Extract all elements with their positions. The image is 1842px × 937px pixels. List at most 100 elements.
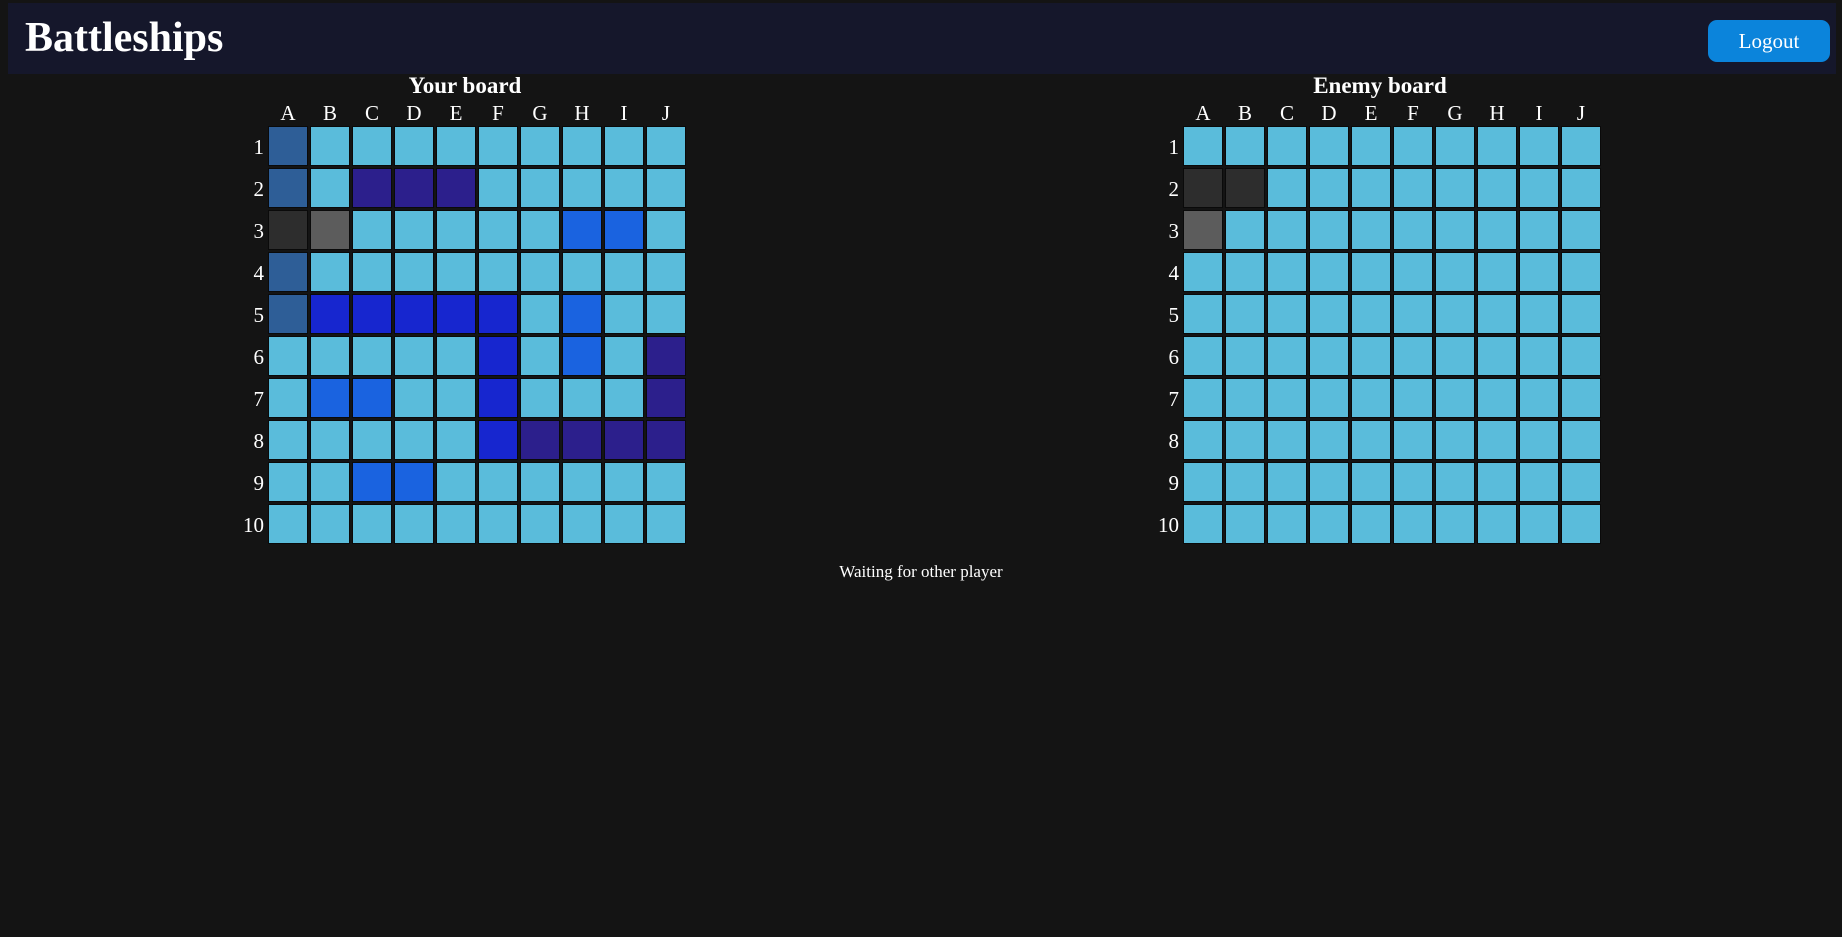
enemy-board-cell-e6[interactable] bbox=[1351, 336, 1391, 376]
your-board-cell-e2[interactable] bbox=[436, 168, 476, 208]
enemy-board-cell-d6[interactable] bbox=[1309, 336, 1349, 376]
enemy-board-cell-e8[interactable] bbox=[1351, 420, 1391, 460]
enemy-board-cell-d2[interactable] bbox=[1309, 168, 1349, 208]
enemy-board-cell-j9[interactable] bbox=[1561, 462, 1601, 502]
enemy-board-cell-j6[interactable] bbox=[1561, 336, 1601, 376]
your-board-cell-c4[interactable] bbox=[352, 252, 392, 292]
your-board-cell-h7[interactable] bbox=[562, 378, 602, 418]
your-board-cell-b3[interactable] bbox=[310, 210, 350, 250]
enemy-board-cell-a3[interactable] bbox=[1183, 210, 1223, 250]
your-board-cell-f7[interactable] bbox=[478, 378, 518, 418]
your-board-cell-h2[interactable] bbox=[562, 168, 602, 208]
enemy-board-cell-f2[interactable] bbox=[1393, 168, 1433, 208]
your-board-cell-h4[interactable] bbox=[562, 252, 602, 292]
enemy-board-cell-b8[interactable] bbox=[1225, 420, 1265, 460]
your-board-cell-i2[interactable] bbox=[604, 168, 644, 208]
enemy-board-cell-f9[interactable] bbox=[1393, 462, 1433, 502]
your-board-cell-a7[interactable] bbox=[268, 378, 308, 418]
your-board-cell-d4[interactable] bbox=[394, 252, 434, 292]
your-board-cell-e1[interactable] bbox=[436, 126, 476, 166]
enemy-board-cell-h10[interactable] bbox=[1477, 504, 1517, 544]
your-board-cell-j3[interactable] bbox=[646, 210, 686, 250]
your-board-cell-i3[interactable] bbox=[604, 210, 644, 250]
your-board-cell-b4[interactable] bbox=[310, 252, 350, 292]
your-board-cell-f5[interactable] bbox=[478, 294, 518, 334]
enemy-board-cell-a7[interactable] bbox=[1183, 378, 1223, 418]
your-board-cell-h9[interactable] bbox=[562, 462, 602, 502]
your-board-cell-i9[interactable] bbox=[604, 462, 644, 502]
your-board-cell-f6[interactable] bbox=[478, 336, 518, 376]
enemy-board-cell-a10[interactable] bbox=[1183, 504, 1223, 544]
enemy-board-cell-h7[interactable] bbox=[1477, 378, 1517, 418]
your-board-cell-a1[interactable] bbox=[268, 126, 308, 166]
enemy-board-cell-i5[interactable] bbox=[1519, 294, 1559, 334]
your-board-cell-d2[interactable] bbox=[394, 168, 434, 208]
enemy-board-cell-a6[interactable] bbox=[1183, 336, 1223, 376]
enemy-board-cell-f6[interactable] bbox=[1393, 336, 1433, 376]
enemy-board-cell-a4[interactable] bbox=[1183, 252, 1223, 292]
enemy-board-cell-c9[interactable] bbox=[1267, 462, 1307, 502]
your-board-cell-a3[interactable] bbox=[268, 210, 308, 250]
your-board-cell-g6[interactable] bbox=[520, 336, 560, 376]
your-board-cell-d7[interactable] bbox=[394, 378, 434, 418]
enemy-board-cell-f7[interactable] bbox=[1393, 378, 1433, 418]
enemy-board-cell-g3[interactable] bbox=[1435, 210, 1475, 250]
enemy-board-cell-c4[interactable] bbox=[1267, 252, 1307, 292]
enemy-board-cell-f10[interactable] bbox=[1393, 504, 1433, 544]
enemy-board-cell-e9[interactable] bbox=[1351, 462, 1391, 502]
your-board-cell-d10[interactable] bbox=[394, 504, 434, 544]
enemy-board-cell-g2[interactable] bbox=[1435, 168, 1475, 208]
enemy-board-cell-d1[interactable] bbox=[1309, 126, 1349, 166]
your-board-cell-g10[interactable] bbox=[520, 504, 560, 544]
your-board-cell-e7[interactable] bbox=[436, 378, 476, 418]
enemy-board-cell-c5[interactable] bbox=[1267, 294, 1307, 334]
your-board-cell-j10[interactable] bbox=[646, 504, 686, 544]
enemy-board-cell-i10[interactable] bbox=[1519, 504, 1559, 544]
your-board-cell-e3[interactable] bbox=[436, 210, 476, 250]
enemy-board-cell-c2[interactable] bbox=[1267, 168, 1307, 208]
enemy-board-cell-h9[interactable] bbox=[1477, 462, 1517, 502]
your-board-cell-g5[interactable] bbox=[520, 294, 560, 334]
your-board-cell-b1[interactable] bbox=[310, 126, 350, 166]
enemy-board-cell-c6[interactable] bbox=[1267, 336, 1307, 376]
your-board-cell-c5[interactable] bbox=[352, 294, 392, 334]
enemy-board-cell-c3[interactable] bbox=[1267, 210, 1307, 250]
enemy-board-cell-h4[interactable] bbox=[1477, 252, 1517, 292]
your-board-cell-g7[interactable] bbox=[520, 378, 560, 418]
enemy-board-cell-e3[interactable] bbox=[1351, 210, 1391, 250]
your-board-cell-g2[interactable] bbox=[520, 168, 560, 208]
your-board-cell-d8[interactable] bbox=[394, 420, 434, 460]
enemy-board-cell-i4[interactable] bbox=[1519, 252, 1559, 292]
enemy-board-cell-g8[interactable] bbox=[1435, 420, 1475, 460]
your-board-cell-a9[interactable] bbox=[268, 462, 308, 502]
your-board-cell-j6[interactable] bbox=[646, 336, 686, 376]
enemy-board-cell-f8[interactable] bbox=[1393, 420, 1433, 460]
enemy-board-cell-c7[interactable] bbox=[1267, 378, 1307, 418]
your-board-cell-i10[interactable] bbox=[604, 504, 644, 544]
enemy-board-cell-a5[interactable] bbox=[1183, 294, 1223, 334]
your-board-cell-j7[interactable] bbox=[646, 378, 686, 418]
enemy-board-cell-a1[interactable] bbox=[1183, 126, 1223, 166]
your-board-cell-i8[interactable] bbox=[604, 420, 644, 460]
enemy-board-cell-b3[interactable] bbox=[1225, 210, 1265, 250]
enemy-board-cell-b10[interactable] bbox=[1225, 504, 1265, 544]
your-board-cell-i7[interactable] bbox=[604, 378, 644, 418]
enemy-board-cell-e5[interactable] bbox=[1351, 294, 1391, 334]
enemy-board-cell-h6[interactable] bbox=[1477, 336, 1517, 376]
your-board-cell-c7[interactable] bbox=[352, 378, 392, 418]
enemy-board-cell-d7[interactable] bbox=[1309, 378, 1349, 418]
your-board-cell-b9[interactable] bbox=[310, 462, 350, 502]
your-board-cell-d3[interactable] bbox=[394, 210, 434, 250]
your-board-cell-a6[interactable] bbox=[268, 336, 308, 376]
enemy-board-cell-i1[interactable] bbox=[1519, 126, 1559, 166]
enemy-board-cell-b2[interactable] bbox=[1225, 168, 1265, 208]
your-board-cell-i6[interactable] bbox=[604, 336, 644, 376]
your-board-cell-c6[interactable] bbox=[352, 336, 392, 376]
your-board-cell-i5[interactable] bbox=[604, 294, 644, 334]
enemy-board-cell-b5[interactable] bbox=[1225, 294, 1265, 334]
your-board-cell-h6[interactable] bbox=[562, 336, 602, 376]
enemy-board-cell-i7[interactable] bbox=[1519, 378, 1559, 418]
your-board-cell-h10[interactable] bbox=[562, 504, 602, 544]
enemy-board-cell-e7[interactable] bbox=[1351, 378, 1391, 418]
enemy-board-cell-i6[interactable] bbox=[1519, 336, 1559, 376]
